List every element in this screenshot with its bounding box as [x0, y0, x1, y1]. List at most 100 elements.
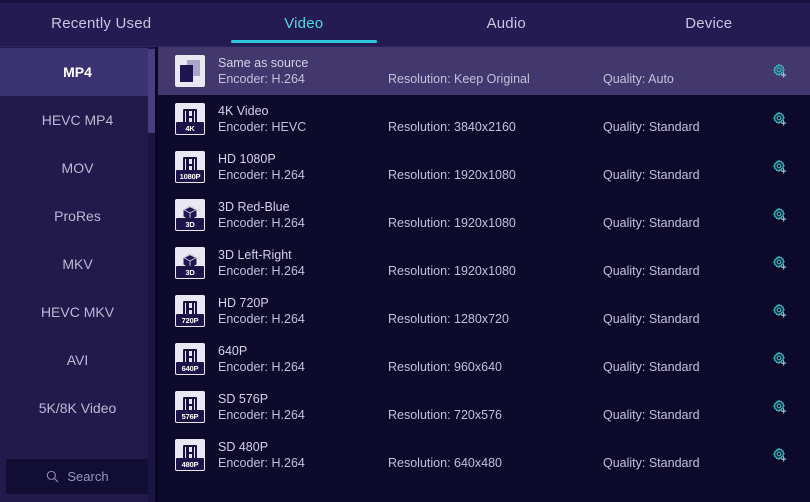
preset-encoder: Encoder: H.264: [218, 264, 305, 278]
preset-settings-button[interactable]: [748, 445, 810, 465]
tab-video[interactable]: Video: [203, 0, 406, 46]
sidebar-item-hevc-mp4[interactable]: HEVC MP4: [0, 96, 155, 144]
preset-icon-cell: 576P: [170, 391, 210, 423]
preset-settings-button[interactable]: [748, 301, 810, 321]
preset-quality: Quality: Standard: [603, 360, 700, 374]
preset-icon-cell: 3D: [170, 247, 210, 279]
table-row[interactable]: 480P SD 480P Encoder: H.264 Resolution: …: [158, 431, 810, 479]
preset-settings-button[interactable]: [748, 253, 810, 273]
tab-active-underline: [230, 40, 377, 43]
preset-settings-button[interactable]: [748, 109, 810, 129]
tab-label: Recently Used: [51, 14, 152, 32]
preset-encoder: Encoder: H.264: [218, 408, 305, 422]
preset-settings-button[interactable]: [748, 397, 810, 417]
format-sidebar: MP4 HEVC MP4 MOV ProRes MKV HEVC MKV AVI…: [0, 47, 155, 502]
preset-text-cell: SD 480P Encoder: H.264 Resolution: 640x4…: [210, 440, 748, 470]
cube-3d-icon: 3D: [175, 199, 205, 231]
preset-meta: Encoder: H.264 Resolution: 1920x1080 Qua…: [218, 216, 748, 230]
preset-title: HD 720P: [218, 296, 269, 310]
preset-encoder: Encoder: H.264: [218, 456, 305, 470]
preset-resolution: Resolution: 960x640: [388, 360, 502, 374]
preset-meta: Encoder: H.264 Resolution: 1920x1080 Qua…: [218, 264, 748, 278]
preset-title: 3D Left-Right: [218, 248, 292, 262]
preset-quality: Quality: Standard: [603, 168, 700, 182]
sidebar-scrollbar-thumb[interactable]: [148, 49, 155, 133]
table-row[interactable]: Same as source Encoder: H.264 Resolution…: [158, 47, 810, 95]
table-row[interactable]: 640P 640P Encoder: H.264 Resolution: 960…: [158, 335, 810, 383]
preset-icon-tag: 3D: [176, 218, 204, 230]
preset-icon-tag: 1080P: [176, 170, 204, 182]
preset-icon-tag: 3D: [176, 266, 204, 278]
preset-resolution: Resolution: 1920x1080: [388, 264, 516, 278]
table-row[interactable]: 576P SD 576P Encoder: H.264 Resolution: …: [158, 383, 810, 431]
same-as-source-icon: [175, 55, 205, 87]
preset-meta: Encoder: H.264 Resolution: 720x576 Quali…: [218, 408, 748, 422]
gear-plus-icon: [773, 447, 787, 462]
table-row[interactable]: 4K 4K Video Encoder: HEVC Resolution: 38…: [158, 95, 810, 143]
preset-text-cell: 640P Encoder: H.264 Resolution: 960x640 …: [210, 344, 748, 374]
tab-label: Device: [685, 14, 733, 32]
preset-settings-button[interactable]: [748, 157, 810, 177]
preset-quality: Quality: Standard: [603, 408, 700, 422]
preset-title: SD 576P: [218, 392, 269, 406]
preset-title: 640P: [218, 344, 248, 358]
preset-picker-window: Recently Used Video Audio Device MP4 HEV…: [0, 0, 810, 502]
sidebar-item-avi[interactable]: AVI: [0, 336, 155, 384]
preset-quality: Quality: Standard: [603, 216, 700, 230]
sidebar-item-mp4[interactable]: MP4: [0, 48, 155, 96]
preset-encoder: Encoder: HEVC: [218, 120, 307, 134]
preset-quality: Quality: Standard: [603, 312, 700, 326]
preset-text-cell: 3D Red-Blue Encoder: H.264 Resolution: 1…: [210, 200, 748, 230]
preset-quality: Quality: Auto: [603, 72, 674, 86]
preset-icon-cell: 720P: [170, 295, 210, 327]
film-480p-icon: 480P: [175, 439, 205, 471]
sidebar-item-label: HEVC MKV: [40, 304, 115, 320]
table-row[interactable]: 3D 3D Red-Blue Encoder: H.264 Resolution…: [158, 191, 810, 239]
search-input[interactable]: Search: [6, 458, 149, 494]
gear-plus-icon: [773, 351, 787, 366]
preset-icon-cell: [170, 55, 210, 87]
gear-plus-icon: [773, 399, 787, 414]
tab-recently-used[interactable]: Recently Used: [0, 0, 203, 46]
preset-text-cell: 4K Video Encoder: HEVC Resolution: 3840x…: [210, 104, 748, 134]
sidebar-item-mkv[interactable]: MKV: [0, 240, 155, 288]
gear-plus-icon: [773, 111, 787, 126]
preset-settings-button[interactable]: [748, 205, 810, 225]
sidebar-item-mov[interactable]: MOV: [0, 144, 155, 192]
sidebar-item-5k-8k-video[interactable]: 5K/8K Video: [0, 384, 155, 432]
preset-meta: Encoder: H.264 Resolution: 960x640 Quali…: [218, 360, 748, 374]
tab-device[interactable]: Device: [608, 0, 810, 46]
preset-text-cell: SD 576P Encoder: H.264 Resolution: 720x5…: [210, 392, 748, 422]
preset-encoder: Encoder: H.264: [218, 72, 305, 86]
preset-resolution: Resolution: Keep Original: [388, 72, 530, 86]
preset-meta: Encoder: H.264 Resolution: 640x480 Quali…: [218, 456, 748, 470]
film-640p-icon: 640P: [175, 343, 205, 375]
sidebar-item-label: ProRes: [54, 208, 101, 224]
sidebar-scrollbar-track[interactable]: [148, 47, 155, 502]
preset-icon-tag: 640P: [176, 362, 204, 374]
preset-icon-cell: 640P: [170, 343, 210, 375]
sidebar-item-prores[interactable]: ProRes: [0, 192, 155, 240]
film-1080p-icon: 1080P: [175, 151, 205, 183]
preset-title: 3D Red-Blue: [218, 200, 290, 214]
preset-settings-button[interactable]: [748, 349, 810, 369]
format-list: MP4 HEVC MP4 MOV ProRes MKV HEVC MKV AVI…: [0, 47, 155, 450]
preset-text-cell: HD 720P Encoder: H.264 Resolution: 1280x…: [210, 296, 748, 326]
preset-meta: Encoder: H.264 Resolution: 1280x720 Qual…: [218, 312, 748, 326]
preset-meta: Encoder: HEVC Resolution: 3840x2160 Qual…: [218, 120, 748, 134]
sidebar-item-hevc-mkv[interactable]: HEVC MKV: [0, 288, 155, 336]
sidebar-item-label: 5K/8K Video: [38, 400, 117, 416]
window-body: MP4 HEVC MP4 MOV ProRes MKV HEVC MKV AVI…: [0, 47, 810, 502]
table-row[interactable]: 3D 3D Left-Right Encoder: H.264 Resoluti…: [158, 239, 810, 287]
preset-settings-button[interactable]: [748, 61, 810, 81]
preset-icon-cell: 3D: [170, 199, 210, 231]
preset-quality: Quality: Standard: [603, 264, 700, 278]
table-row[interactable]: 1080P HD 1080P Encoder: H.264 Resolution…: [158, 143, 810, 191]
search-placeholder-label: Search: [67, 468, 109, 484]
tab-label: Audio: [486, 14, 526, 32]
preset-encoder: Encoder: H.264: [218, 216, 305, 230]
preset-encoder: Encoder: H.264: [218, 360, 305, 374]
preset-title: HD 1080P: [218, 152, 276, 166]
table-row[interactable]: 720P HD 720P Encoder: H.264 Resolution: …: [158, 287, 810, 335]
tab-audio[interactable]: Audio: [405, 0, 608, 46]
